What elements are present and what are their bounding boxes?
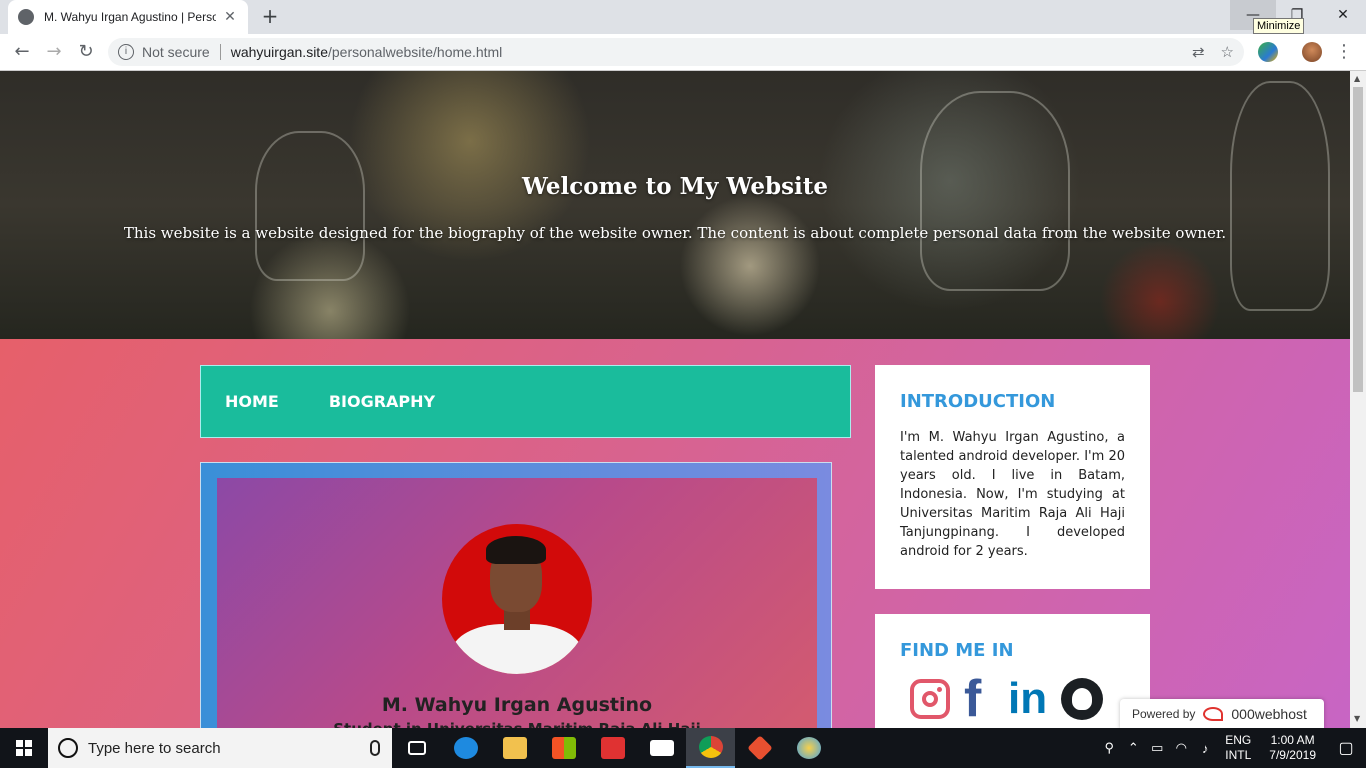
cortana-icon <box>58 738 78 758</box>
page-scrollbar[interactable]: ▲ ▼ <box>1350 71 1366 728</box>
nav-biography-link[interactable]: BIOGRAPHY <box>329 392 435 411</box>
search-placeholder: Type here to search <box>88 739 221 757</box>
new-tab-button[interactable]: + <box>258 5 282 29</box>
photo-hair <box>486 536 546 564</box>
minimize-tooltip: Minimize <box>1253 18 1305 34</box>
wifi-icon[interactable]: ◠ <box>1169 740 1193 756</box>
store-icon[interactable] <box>539 728 588 768</box>
browser-tab[interactable]: M. Wahyu Irgan Agustino | Personal Websi… <box>8 0 248 34</box>
forward-arrow-icon[interactable]: → <box>42 40 66 64</box>
nav-home-link[interactable]: HOME <box>225 392 279 411</box>
powered-by-label: Powered by <box>1132 707 1196 721</box>
clock[interactable]: 1:00 AM 7/9/2019 <box>1269 733 1316 763</box>
main-nav: HOME BIOGRAPHY <box>200 365 851 438</box>
extension-icon[interactable] <box>1258 42 1278 62</box>
profile-subtitle: Student in Universitas Maritim Raja Ali … <box>217 720 817 728</box>
address-bar[interactable]: i Not secure wahyuirgan.site /personalwe… <box>108 38 1244 66</box>
page-viewport: Welcome to My Website This website is a … <box>0 71 1350 728</box>
profile-avatar[interactable] <box>1302 42 1322 62</box>
instagram-icon[interactable] <box>910 679 950 719</box>
powered-by-brand: 000webhost <box>1231 706 1307 722</box>
edge-icon[interactable] <box>441 728 490 768</box>
hero-banner: Welcome to My Website This website is a … <box>0 71 1350 339</box>
url-host: wahyuirgan.site <box>230 44 328 60</box>
mail-icon[interactable] <box>637 728 686 768</box>
scroll-up-arrow-icon[interactable]: ▲ <box>1354 74 1360 83</box>
divider <box>219 44 221 60</box>
windows-taskbar: Type here to search ⚲ ⌃ ▭ ◠ ♪ ENG INTL 1… <box>0 728 1366 768</box>
system-tray: ⚲ ⌃ ▭ ◠ ♪ ENG INTL 1:00 AM 7/9/2019 ▢ <box>1097 728 1366 768</box>
paint-icon[interactable] <box>784 728 833 768</box>
chrome-icon[interactable] <box>686 728 735 768</box>
scrollbar-thumb[interactable] <box>1353 87 1363 392</box>
hero-title: Welcome to My Website <box>521 173 829 200</box>
introduction-heading: INTRODUCTION <box>900 391 1056 412</box>
photo-shirt <box>452 624 582 674</box>
scroll-down-arrow-icon[interactable]: ▼ <box>1354 714 1360 723</box>
reload-icon[interactable]: ↻ <box>74 40 98 64</box>
gift-app-icon[interactable] <box>588 728 637 768</box>
facebook-icon[interactable]: f <box>964 673 994 725</box>
close-window-button[interactable]: ✕ <box>1320 0 1366 30</box>
file-explorer-icon[interactable] <box>490 728 539 768</box>
find-me-heading: FIND ME IN <box>900 640 1014 661</box>
browser-toolbar: ← → ↻ i Not secure wahyuirgan.site /pers… <box>0 34 1366 71</box>
clock-date: 7/9/2019 <box>1269 748 1316 762</box>
security-label: Not secure <box>142 44 210 60</box>
keyboard-layout: INTL <box>1225 748 1252 762</box>
language-indicator[interactable]: ENG INTL <box>1225 733 1251 763</box>
show-hidden-icons-chevron-icon[interactable]: ⌃ <box>1121 740 1145 756</box>
profile-card-inner: M. Wahyu Irgan Agustino Student in Unive… <box>217 478 817 728</box>
language-code: ENG <box>1225 733 1252 747</box>
task-view-icon[interactable] <box>392 728 441 768</box>
url-path: /personalwebsite/home.html <box>327 44 503 60</box>
back-arrow-icon[interactable]: ← <box>10 40 34 64</box>
start-button[interactable] <box>0 728 48 768</box>
taskbar-search[interactable]: Type here to search <box>48 728 392 768</box>
main-content: HOME BIOGRAPHY M. Wahyu Irgan Agustino S… <box>0 339 1350 728</box>
tab-close-icon[interactable]: ✕ <box>222 9 238 25</box>
translate-icon[interactable]: ⇄ <box>1192 43 1205 61</box>
browser-tabbar: M. Wahyu Irgan Agustino | Personal Websi… <box>0 0 1366 34</box>
info-icon[interactable]: i <box>118 44 134 60</box>
github-icon[interactable] <box>1061 678 1104 720</box>
find-me-card: FIND ME IN f in <box>875 614 1150 728</box>
profile-name: M. Wahyu Irgan Agustino <box>381 694 653 716</box>
linkedin-icon[interactable]: in <box>1008 677 1047 721</box>
profile-card: M. Wahyu Irgan Agustino Student in Unive… <box>200 462 832 728</box>
profile-photo <box>442 524 592 674</box>
globe-icon <box>18 9 34 25</box>
battery-icon[interactable]: ▭ <box>1145 740 1169 756</box>
menu-kebab-icon[interactable]: ⋮ <box>1332 40 1356 64</box>
notification-center-icon[interactable]: ▢ <box>1326 738 1366 758</box>
people-icon[interactable]: ⚲ <box>1097 740 1121 756</box>
powered-by-badge[interactable]: Powered by 000webhost <box>1120 699 1324 728</box>
git-icon[interactable] <box>735 728 784 768</box>
social-links: f in <box>910 673 1125 725</box>
introduction-text: I'm M. Wahyu Irgan Agustino, a talented … <box>900 430 1125 559</box>
bookmark-star-icon[interactable]: ☆ <box>1221 43 1234 61</box>
webhost-logo-icon <box>1203 707 1224 721</box>
tab-title: M. Wahyu Irgan Agustino | Personal Websi… <box>44 10 216 24</box>
hero-subtitle: This website is a website designed for t… <box>123 224 1227 242</box>
introduction-card: INTRODUCTION I'm M. Wahyu Irgan Agustino… <box>875 365 1150 589</box>
clock-time: 1:00 AM <box>1270 733 1315 747</box>
wine-glass-decoration <box>255 131 365 281</box>
windows-logo-icon <box>16 740 32 756</box>
volume-icon[interactable]: ♪ <box>1193 741 1217 756</box>
microphone-icon[interactable] <box>370 740 380 756</box>
